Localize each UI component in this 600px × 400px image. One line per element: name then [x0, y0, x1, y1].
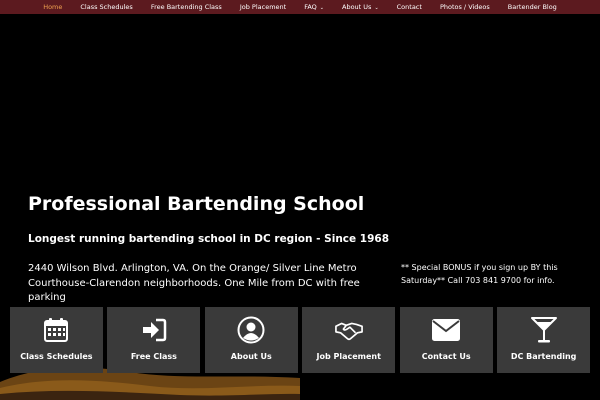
user-circle-icon	[237, 316, 265, 344]
hero-address: 2440 Wilson Blvd. Arlington, VA. On the …	[28, 263, 360, 303]
nav-free-bartending-class[interactable]: Free Bartending Class	[142, 0, 231, 14]
main-navigation: Home Class Schedules Free Bartending Cla…	[0, 0, 600, 14]
tile-label: Job Placement	[316, 352, 381, 361]
nav-free-bartending-class-label: Free Bartending Class	[150, 3, 222, 11]
nav-bartender-blog-label: Bartender Blog	[507, 3, 557, 11]
chevron-down-icon: ⌄	[374, 4, 379, 11]
chevron-down-icon: ⌄	[319, 4, 324, 11]
tile-label: About Us	[230, 352, 272, 361]
handshake-icon	[334, 316, 363, 344]
tile-label: DC Bartending	[510, 352, 577, 361]
nav-faq-label: FAQ	[304, 2, 317, 11]
nav-bartender-blog[interactable]: Bartender Blog	[499, 0, 566, 14]
envelope-icon	[432, 316, 461, 344]
sign-in-icon	[140, 316, 168, 344]
hero-bonus-text: ** Special BONUS if you sign up BY this …	[401, 263, 558, 285]
nav-photos-videos[interactable]: Photos / Videos	[431, 0, 499, 14]
tile-contact-us[interactable]: Contact Us	[399, 307, 493, 373]
nav-about-us-label: About Us	[342, 2, 372, 11]
calendar-icon	[42, 316, 70, 344]
nav-job-placement[interactable]: Job Placement	[231, 0, 295, 14]
hero-subtitle: Longest running bartending school in DC …	[28, 233, 390, 245]
nav-home-label: Home	[43, 3, 63, 11]
nav-class-schedules-label: Class Schedules	[80, 3, 133, 11]
nav-class-schedules[interactable]: Class Schedules	[71, 0, 141, 14]
tile-label: Free Class	[130, 352, 177, 361]
tile-label: Contact Us	[421, 352, 471, 361]
nav-contact[interactable]: Contact	[388, 0, 431, 14]
nav-photos-videos-label: Photos / Videos	[439, 3, 490, 11]
feature-tiles: Class Schedules Free Class About Us Job …	[10, 307, 591, 373]
tile-label: Class Schedules	[20, 352, 93, 361]
nav-home[interactable]: Home	[34, 0, 71, 14]
nav-job-placement-label: Job Placement	[239, 3, 287, 11]
martini-glass-icon	[530, 316, 558, 344]
nav-contact-label: Contact	[396, 3, 422, 11]
tile-job-placement[interactable]: Job Placement	[302, 307, 396, 373]
nav-faq[interactable]: FAQ ⌄	[295, 0, 333, 15]
tile-class-schedules[interactable]: Class Schedules	[10, 307, 103, 373]
nav-about-us[interactable]: About Us ⌄	[333, 0, 388, 15]
hero-title: Professional Bartending School	[28, 193, 365, 215]
tile-about-us[interactable]: About Us	[204, 307, 298, 373]
tile-free-class[interactable]: Free Class	[107, 307, 201, 373]
tile-dc-bartending[interactable]: DC Bartending	[497, 307, 591, 373]
